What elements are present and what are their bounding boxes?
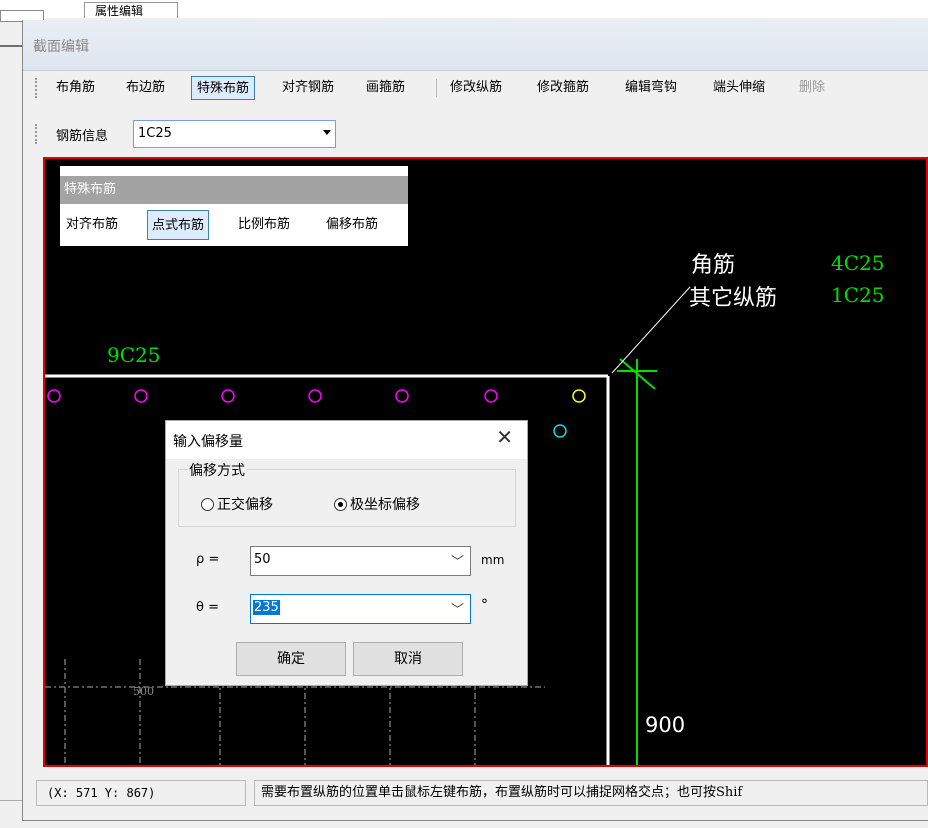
theta-label: θ =: [196, 600, 219, 615]
rebar-point: [221, 389, 235, 403]
rebar-point: [484, 389, 498, 403]
rebar-point: [308, 389, 322, 403]
special-panel-title: 特殊布筋: [60, 176, 408, 204]
special-rebar-panel: 特殊布筋 对齐布筋 点式布筋 比例布筋 偏移布筋: [60, 166, 408, 246]
align-placement-button[interactable]: 对齐布筋: [62, 210, 122, 240]
background-tab[interactable]: 属性编辑: [84, 2, 178, 18]
rebar-point: [134, 389, 148, 403]
main-toolbar: 布角筋 布边筋 特殊布筋 对齐钢筋 画箍筋 修改纵筋 修改箍筋 编辑弯钩 端头伸…: [51, 76, 911, 102]
rho-value: 50: [254, 552, 271, 567]
edge-rebar-label: 9C25: [107, 343, 161, 367]
rebar-info-label: 钢筋信息: [56, 129, 109, 144]
theta-unit: °: [481, 597, 488, 613]
offset-input-dialog: 输入偏移量 ✕ 偏移方式 正交偏移 极坐标偏移 ρ = 50 ﹀ mm θ = …: [165, 420, 528, 686]
leader-line: [611, 286, 691, 374]
coordinate-readout: (X: 571 Y: 867): [36, 780, 246, 806]
theta-input[interactable]: 235 ﹀: [250, 594, 471, 624]
modify-longitudinal-button[interactable]: 修改纵筋: [445, 76, 507, 100]
modify-stirrup-button[interactable]: 修改箍筋: [532, 76, 594, 100]
radio-unchecked-icon: [201, 498, 214, 511]
other-rebar-annotation-value: 1C25: [831, 283, 885, 307]
orthogonal-offset-radio[interactable]: 正交偏移: [201, 494, 273, 514]
offset-placement-button[interactable]: 偏移布筋: [322, 210, 382, 240]
offset-mode-title: 偏移方式: [187, 460, 247, 480]
radio-checked-icon: [334, 498, 347, 511]
delete-button[interactable]: 删除: [794, 76, 830, 100]
polar-offset-label: 极坐标偏移: [350, 497, 420, 513]
close-icon[interactable]: ✕: [496, 425, 513, 449]
end-stretch-button[interactable]: 端头伸缩: [708, 76, 770, 100]
rebar-point: [47, 389, 61, 403]
corner-rebar-annotation-value: 4C25: [831, 251, 885, 275]
draw-stirrup-button[interactable]: 画箍筋: [361, 76, 410, 100]
chevron-down-icon[interactable]: ﹀: [451, 551, 464, 570]
corner-rebar-annotation-label: 角筋: [691, 253, 736, 278]
rho-unit: mm: [481, 553, 505, 567]
rebar-info-select[interactable]: 1C25: [133, 120, 336, 148]
corner-rebar-point: [572, 389, 586, 403]
theta-value: 235: [253, 600, 280, 615]
chevron-down-icon[interactable]: [323, 130, 331, 135]
window-title: 截面编辑: [33, 39, 89, 55]
edge-rebar-button[interactable]: 布边筋: [121, 76, 170, 100]
grid-label: 500: [133, 685, 154, 698]
offset-mode-group: 偏移方式 正交偏移 极坐标偏移: [178, 460, 516, 527]
status-bar: (X: 571 Y: 867) 需要布置纵筋的位置单击鼠标左键布筋，布置纵筋时可…: [36, 776, 928, 808]
title-bar[interactable]: 截面编辑: [23, 20, 928, 71]
rebar-point: [395, 389, 409, 403]
edit-hook-button[interactable]: 编辑弯钩: [620, 76, 682, 100]
ratio-placement-button[interactable]: 比例布筋: [234, 210, 294, 240]
toolbar-grip[interactable]: [35, 78, 41, 98]
dialog-title: 输入偏移量: [173, 434, 243, 450]
dialog-title-bar[interactable]: 输入偏移量 ✕: [166, 421, 527, 459]
point-placement-button[interactable]: 点式布筋: [147, 210, 210, 240]
polar-offset-radio[interactable]: 极坐标偏移: [334, 494, 420, 514]
toolbar-separator: [436, 79, 437, 97]
ok-button[interactable]: 确定: [236, 642, 346, 676]
dimension-label: 900: [645, 713, 686, 737]
corner-rebar-button[interactable]: 布角筋: [51, 76, 100, 100]
align-rebar-button[interactable]: 对齐钢筋: [277, 76, 339, 100]
rho-input[interactable]: 50 ﹀: [250, 546, 471, 576]
orthogonal-offset-label: 正交偏移: [217, 497, 273, 513]
toolbar-grip-2[interactable]: [35, 124, 41, 144]
status-message: 需要布置纵筋的位置单击鼠标左键布筋，布置纵筋时可以捕捉网格交点；也可按Shif: [254, 780, 928, 806]
special-rebar-button[interactable]: 特殊布筋: [191, 76, 256, 100]
chevron-down-icon[interactable]: ﹀: [451, 599, 464, 618]
background-divider: [0, 45, 22, 47]
cancel-button[interactable]: 取消: [353, 642, 463, 676]
other-rebar-annotation-label: 其它纵筋: [689, 286, 778, 311]
rho-label: ρ =: [196, 552, 220, 567]
placed-rebar-point: [553, 424, 567, 438]
rebar-info-value: 1C25: [138, 126, 172, 141]
